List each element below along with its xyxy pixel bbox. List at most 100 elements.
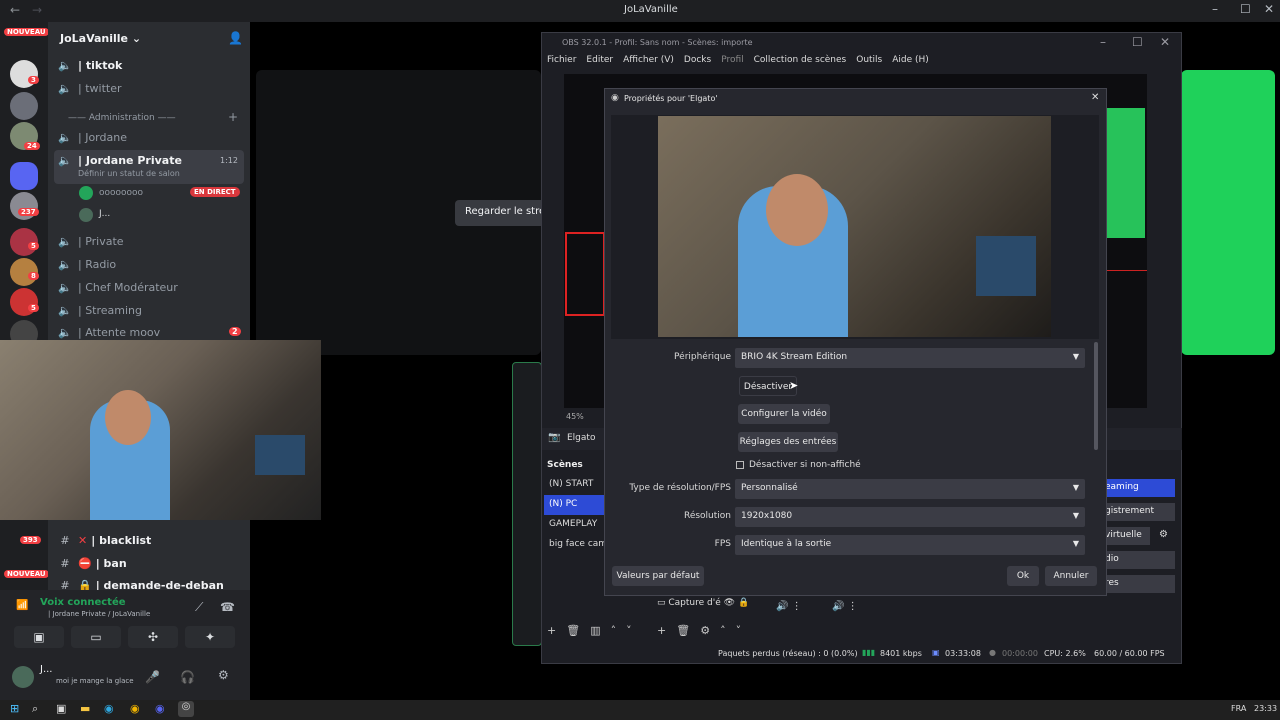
dialog-scrollbar[interactable] [1094, 342, 1098, 450]
camera-toggle-button[interactable]: ▣ [14, 626, 64, 648]
source-item[interactable]: ▭ Capture d'é 👁 🔒 [657, 598, 757, 614]
resolution-select[interactable]: 1920x1080 ▼ [735, 507, 1085, 527]
channel-private[interactable]: 🔈 | Private [58, 231, 123, 251]
taskview-icon[interactable]: ▣ [56, 702, 66, 715]
settings-button[interactable]: res [1095, 575, 1175, 593]
obs-taskbar-icon[interactable]: ◎ [178, 701, 194, 717]
add-channel-icon[interactable]: + [228, 110, 238, 124]
search-icon[interactable]: ⌕ [32, 702, 38, 716]
scene-item[interactable]: GAMEPLAY [544, 515, 606, 535]
disconnect-icon[interactable]: ☎ [220, 600, 235, 614]
cancel-button[interactable]: Annuler [1045, 566, 1097, 586]
filter-icon[interactable]: ▥ [590, 624, 600, 637]
server-icon[interactable] [10, 162, 38, 190]
member-avatar[interactable] [79, 208, 93, 222]
scene-item[interactable]: big face cam [544, 535, 607, 555]
remove-source-icon[interactable]: 🗑 [676, 624, 690, 637]
menu-profil[interactable]: Profil [721, 55, 743, 65]
soundboard-button[interactable]: ✦ [185, 626, 235, 648]
hide-checkbox-label[interactable]: Désactiver si non-affiché [749, 460, 861, 470]
channel-jordane[interactable]: 🔈 | Jordane [58, 127, 127, 147]
minimize-icon[interactable]: – [1212, 2, 1218, 16]
voice-channel[interactable]: | Jordane Private / JoLaVanille [48, 610, 198, 618]
channel-tiktok[interactable]: 🔈 | tiktok [58, 55, 122, 75]
screen-share-button[interactable]: ▭ [71, 626, 121, 648]
user-name[interactable]: J... [40, 664, 53, 675]
device-select[interactable]: BRIO 4K Stream Edition ▼ [735, 348, 1085, 368]
remove-scene-icon[interactable]: 🗑 [566, 624, 580, 637]
volume-icon[interactable]: 🔊 ⋮ [832, 601, 858, 612]
server-icon[interactable] [10, 92, 38, 120]
channel-radio[interactable]: 🔈 | Radio [58, 254, 116, 274]
language-indicator[interactable]: FRA [1231, 704, 1246, 713]
invite-icon[interactable]: 👤 [228, 31, 243, 45]
member-avatar[interactable] [79, 186, 93, 200]
clock[interactable]: 23:33 [1254, 704, 1277, 713]
start-recording-button[interactable]: gistrement [1095, 503, 1175, 521]
virtual-camera-settings-icon[interactable]: ⚙ [1159, 529, 1168, 540]
add-source-icon[interactable]: + [657, 624, 666, 637]
microphone-icon[interactable]: 🎤 [145, 670, 160, 684]
scene-item[interactable]: (N) START [544, 475, 606, 495]
activities-button[interactable]: ✣ [128, 626, 178, 648]
zoom-level[interactable]: 45% [566, 412, 584, 421]
obs-maximize-icon[interactable]: ☐ [1132, 35, 1143, 49]
channel-jordane-private[interactable]: 🔈 | Jordane Private [58, 150, 182, 170]
channel-status-hint[interactable]: Définir un statut de salon [78, 169, 180, 178]
channel-attente-moov[interactable]: 🔈 | Attente moov [58, 322, 160, 342]
watch-stream-button[interactable]: Regarder le strea [455, 200, 541, 226]
move-down-icon[interactable]: ˅ [626, 624, 632, 637]
move-up-icon[interactable]: ˄ [611, 624, 617, 637]
move-down-icon[interactable]: ˅ [736, 624, 742, 637]
obs-close-icon[interactable]: ✕ [1160, 35, 1170, 49]
studio-mode-button[interactable]: dio [1095, 551, 1175, 569]
eye-icon[interactable]: 👁 [724, 598, 735, 608]
edge-icon[interactable]: ◉ [104, 702, 114, 715]
menu-fichier[interactable]: Fichier [547, 55, 576, 65]
maximize-icon[interactable]: ☐ [1240, 2, 1251, 16]
dialog-close-icon[interactable]: ✕ [1091, 92, 1099, 103]
noise-icon[interactable]: ⟋ [195, 600, 203, 615]
menu-afficher[interactable]: Afficher (V) [623, 55, 674, 65]
channel-chef-moderateur[interactable]: 🔈 | Chef Modérateur [58, 277, 178, 297]
settings-icon[interactable]: ⚙ [218, 668, 229, 682]
windows-start-icon[interactable]: ⊞ [10, 702, 19, 715]
fps-select[interactable]: Identique à la sortie ▼ [735, 535, 1085, 555]
discord-taskbar-icon[interactable]: ◉ [155, 702, 165, 715]
member-name[interactable]: oooooooo [99, 188, 143, 198]
move-up-icon[interactable]: ˄ [720, 624, 726, 637]
server-name[interactable]: JoLaVanille ⌄ [60, 32, 141, 45]
ok-button[interactable]: Ok [1007, 566, 1039, 586]
stream-tile[interactable] [512, 362, 542, 646]
input-settings-button[interactable]: Réglages des entrées [738, 432, 838, 452]
hide-checkbox[interactable] [736, 461, 744, 469]
member-name[interactable]: J... [99, 209, 110, 219]
channel-blacklist[interactable]: # ✕ | blacklist [58, 530, 151, 550]
voice-status[interactable]: Voix connectée [40, 597, 126, 608]
explorer-icon[interactable]: ▬ [80, 702, 90, 715]
forward-arrow-icon[interactable]: → [32, 3, 42, 17]
volume-icon[interactable]: 🔊 ⋮ [776, 601, 802, 612]
menu-aide[interactable]: Aide (H) [892, 55, 929, 65]
obs-minimize-icon[interactable]: – [1100, 35, 1106, 49]
channel-ban[interactable]: # ⛔ | ban [58, 553, 126, 573]
headphones-icon[interactable]: 🎧 [180, 670, 195, 684]
menu-docks[interactable]: Docks [684, 55, 711, 65]
scene-item-selected[interactable]: (N) PC [544, 495, 606, 515]
menu-editer[interactable]: Editer [586, 55, 613, 65]
menu-outils[interactable]: Outils [856, 55, 882, 65]
close-icon[interactable]: ✕ [1264, 2, 1274, 16]
menu-collection[interactable]: Collection de scènes [754, 55, 847, 65]
chrome-icon[interactable]: ◉ [130, 702, 140, 715]
configure-video-button[interactable]: Configurer la vidéo [738, 404, 830, 424]
category-administration[interactable]: —— Administration —— [58, 108, 176, 128]
user-status[interactable]: moi je mange la glace [56, 677, 136, 685]
user-avatar[interactable] [12, 666, 34, 688]
add-scene-icon[interactable]: + [547, 624, 556, 637]
defaults-button[interactable]: Valeurs par défaut [612, 566, 704, 586]
gear-icon[interactable]: ⚙ [700, 624, 710, 637]
lock-icon[interactable]: 🔒 [738, 598, 749, 608]
channel-streaming[interactable]: 🔈 | Streaming [58, 300, 142, 320]
start-streaming-button[interactable]: eaming [1095, 479, 1175, 497]
res-type-select[interactable]: Personnalisé ▼ [735, 479, 1085, 499]
